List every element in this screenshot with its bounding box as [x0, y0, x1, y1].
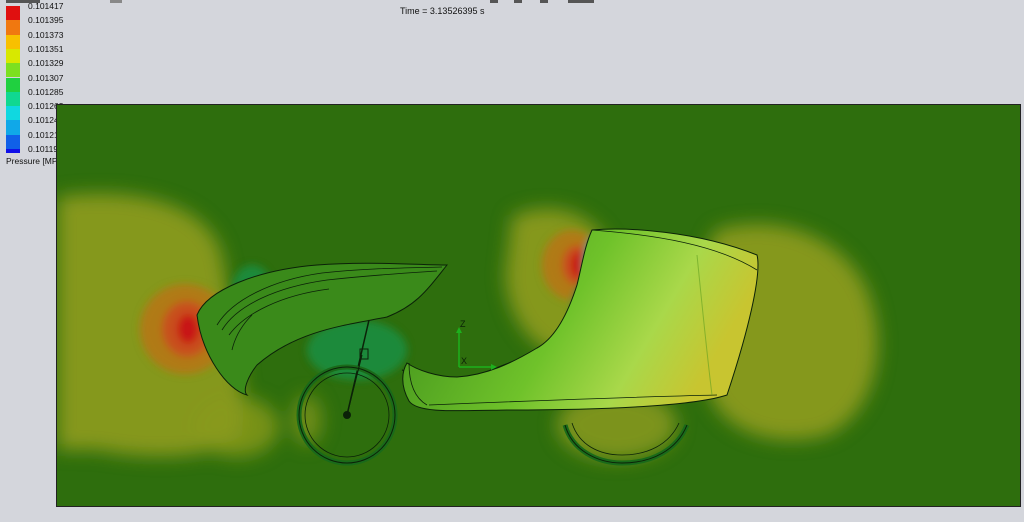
legend-value-label: 0.101417 — [28, 1, 64, 11]
legend-swatch — [6, 20, 20, 35]
legend-swatch — [6, 48, 20, 64]
legend-value-label: 0.101329 — [28, 58, 64, 69]
toolbar-remnant-5 — [540, 0, 548, 3]
toolbar-remnant-6 — [568, 0, 594, 3]
legend-swatch — [6, 91, 20, 107]
toolbar-remnant-3 — [490, 0, 498, 3]
axis-x-label: X — [461, 356, 467, 366]
legend-swatch — [6, 106, 20, 121]
legend-value-label: 0.101351 — [28, 43, 64, 54]
legend-swatch — [6, 134, 20, 149]
axis-triad: Z X — [456, 319, 497, 370]
legend-swatch — [6, 6, 20, 21]
legend-swatch — [6, 149, 20, 153]
legend-swatch — [6, 63, 20, 78]
legend-value-label: 0.101395 — [28, 15, 64, 26]
legend-swatch — [6, 77, 20, 92]
legend-value-label: 0.101285 — [28, 86, 64, 97]
legend-swatch — [6, 34, 20, 49]
legend-swatch — [6, 120, 20, 135]
toolbar-remnant-4 — [514, 0, 522, 3]
time-readout: Time = 3.13526395 s — [400, 6, 485, 16]
flow-field-render: Z X — [57, 193, 878, 466]
legend-value-label: 0.101373 — [28, 29, 64, 40]
toolbar-remnant-2 — [110, 0, 122, 3]
axis-z-label: Z — [460, 319, 466, 329]
legend-value-label: 0.101307 — [28, 72, 64, 83]
simulation-viewport[interactable]: Z X — [56, 104, 1021, 507]
